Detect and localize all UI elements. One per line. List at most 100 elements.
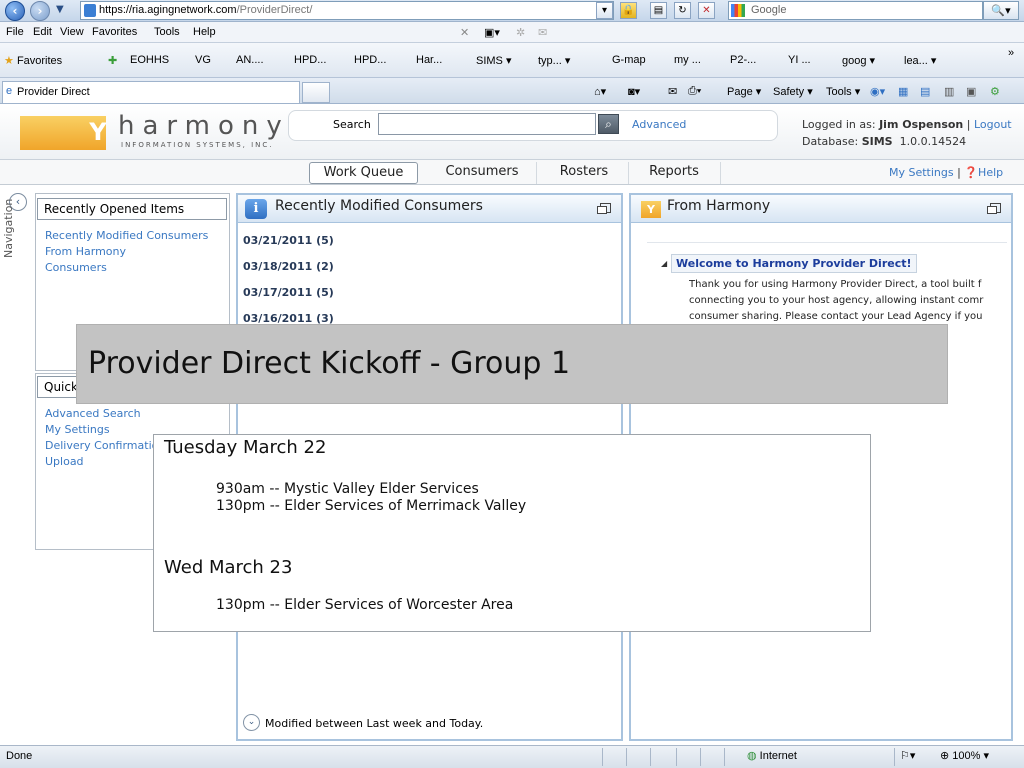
fav-4[interactable]: HPD... xyxy=(294,54,326,66)
fav-11[interactable]: P2-... xyxy=(730,54,756,66)
quick-link[interactable]: My Settings xyxy=(45,423,110,436)
fav-9[interactable]: G-map xyxy=(612,54,646,66)
chevron-more-icon[interactable]: » xyxy=(1008,47,1014,59)
welcome-text-line: Thank you for using Harmony Provider Dir… xyxy=(689,279,982,290)
tab-consumers[interactable]: Consumers xyxy=(430,162,534,184)
menu-bar: File Edit View Favorites Tools Help ✕ ▣▾… xyxy=(0,22,1024,43)
app-search-input[interactable] xyxy=(378,113,596,135)
status-divider xyxy=(894,748,895,766)
date-group-row[interactable]: 03/21/2011 (5) xyxy=(243,234,334,247)
tab-provider-direct[interactable]: e Provider Direct xyxy=(2,81,300,103)
recent-item[interactable]: From Harmony xyxy=(45,245,126,258)
quick-link[interactable]: Advanced Search xyxy=(45,407,141,420)
database-name: SIMS xyxy=(861,135,893,148)
protected-mode-icon[interactable]: ⚐▾ xyxy=(900,749,915,762)
tab-work-queue[interactable]: Work Queue xyxy=(309,162,418,184)
fav-6[interactable]: Har... xyxy=(416,54,442,66)
history-dropdown-icon[interactable]: ▼ xyxy=(56,4,64,15)
recent-item[interactable]: Consumers xyxy=(45,261,107,274)
fav-13[interactable]: goog ▾ xyxy=(842,54,875,67)
close-toolbar-icon[interactable]: ✕ xyxy=(460,26,469,39)
favorites-button[interactable]: ★ Favorites xyxy=(4,54,62,67)
back-button[interactable]: ‹ xyxy=(5,1,25,21)
toolbar-ext-3-icon[interactable]: ▥ xyxy=(944,85,954,98)
restore-icon[interactable] xyxy=(987,203,1001,214)
status-text: Done xyxy=(6,750,33,762)
help-circle-icon: ❓ xyxy=(964,166,979,179)
menu-tools[interactable]: Tools xyxy=(154,26,180,38)
advanced-search-link[interactable]: Advanced xyxy=(632,118,686,131)
menu-view[interactable]: View xyxy=(60,26,84,38)
navigation-vertical-label: Navigation xyxy=(2,198,15,258)
command-safety[interactable]: Safety ▾ xyxy=(773,85,813,98)
date-group-row[interactable]: 03/17/2011 (5) xyxy=(243,286,334,299)
print-icon[interactable]: ⎙▾ xyxy=(688,85,701,98)
zone-label: Internet xyxy=(759,750,797,762)
toolbar-convert-icon[interactable]: ▣▾ xyxy=(484,26,500,39)
toolbar-ext-1-icon[interactable]: ▦ xyxy=(898,85,908,98)
help-label: Help xyxy=(978,166,1004,179)
read-mail-icon[interactable]: ✉ xyxy=(668,85,677,98)
status-divider xyxy=(700,748,701,766)
fav-8[interactable]: typ... ▾ xyxy=(538,54,570,67)
menu-help[interactable]: Help xyxy=(193,26,216,38)
toolbar-ext-5-icon[interactable]: ⚙ xyxy=(990,85,1000,98)
restore-icon[interactable] xyxy=(597,203,611,214)
fav-12[interactable]: YI ... xyxy=(788,54,811,66)
settings-gear-icon[interactable]: ✲ xyxy=(516,26,525,39)
database-prefix: Database: xyxy=(802,135,859,148)
welcome-title[interactable]: Welcome to Harmony Provider Direct! xyxy=(671,254,917,273)
toolbar-ext-4-icon[interactable]: ▣ xyxy=(966,85,976,98)
schedule-item: 130pm -- Elder Services of Worcester Are… xyxy=(216,597,514,613)
fav-7[interactable]: SIMS ▾ xyxy=(476,54,511,67)
feeds-icon[interactable]: ◙▾ xyxy=(628,85,640,98)
tab-row: e Provider Direct ⌂▾ ◙▾ ✉ ⎙▾ Page ▾ Safe… xyxy=(0,78,1024,104)
stop-icon[interactable]: ✕ xyxy=(698,2,715,19)
menu-edit[interactable]: Edit xyxy=(33,26,52,38)
add-favorite-icon[interactable]: ✚ xyxy=(108,54,117,67)
fav-14[interactable]: lea... ▾ xyxy=(904,54,936,67)
zoom-control[interactable]: ⊕ 100% ▾ xyxy=(940,749,989,762)
forward-button[interactable]: › xyxy=(30,1,50,21)
security-zone[interactable]: ◍ Internet xyxy=(747,749,797,762)
browser-search-input[interactable]: Google xyxy=(728,1,983,20)
url-input[interactable]: https://ria.agingnetwork.com/ProviderDir… xyxy=(80,1,614,20)
help-link[interactable]: ❓Help xyxy=(964,166,1003,179)
ie-page-icon xyxy=(84,4,96,17)
command-tools[interactable]: Tools ▾ xyxy=(826,85,860,98)
fav-3[interactable]: AN.... xyxy=(236,54,264,66)
menu-file[interactable]: File xyxy=(6,26,24,38)
browser-search-button[interactable]: 🔍▾ xyxy=(983,1,1019,20)
refresh-icon[interactable]: ↻ xyxy=(674,2,691,19)
tab-rosters[interactable]: Rosters xyxy=(546,162,622,184)
home-icon[interactable]: ⌂▾ xyxy=(594,85,606,98)
fav-2[interactable]: VG xyxy=(195,54,211,66)
date-group-row[interactable]: 03/18/2011 (2) xyxy=(243,260,334,273)
command-page[interactable]: Page ▾ xyxy=(727,85,761,98)
schedule-item: 130pm -- Elder Services of Merrimack Val… xyxy=(216,498,527,514)
my-settings-link[interactable]: My Settings xyxy=(889,166,954,179)
collapse-triangle-icon[interactable]: ◢ xyxy=(661,259,667,268)
quick-link[interactable]: Upload xyxy=(45,455,84,468)
toolbar-ext-2-icon[interactable]: ▤ xyxy=(920,85,930,98)
recent-item[interactable]: Recently Modified Consumers xyxy=(45,229,208,242)
fav-10[interactable]: my ... xyxy=(674,54,701,66)
compat-view-icon[interactable]: ▤ xyxy=(650,2,667,19)
new-tab-button[interactable] xyxy=(302,82,330,103)
help-icon[interactable]: ◉▾ xyxy=(870,85,885,98)
fav-1[interactable]: EOHHS xyxy=(130,54,169,66)
favorites-label: Favorites xyxy=(16,55,63,67)
logo-subtitle: INFORMATION SYSTEMS, INC. xyxy=(121,141,274,149)
mail-icon[interactable]: ✉ xyxy=(538,26,547,39)
tab-reports[interactable]: Reports xyxy=(636,162,712,184)
menu-favorites[interactable]: Favorites xyxy=(92,26,137,38)
url-dropdown-icon[interactable]: ▾ xyxy=(596,2,613,19)
logout-link[interactable]: Logout xyxy=(974,118,1012,131)
schedule-item: 930am -- Mystic Valley Elder Services xyxy=(216,481,479,497)
expand-filter-icon[interactable]: ⌄ xyxy=(243,714,260,731)
fav-5[interactable]: HPD... xyxy=(354,54,386,66)
app-search-button[interactable]: ⌕ xyxy=(598,114,619,134)
status-divider xyxy=(650,748,651,766)
lock-icon[interactable]: 🔒 xyxy=(620,2,637,19)
quick-link[interactable]: Delivery Confirmatio xyxy=(45,439,158,452)
